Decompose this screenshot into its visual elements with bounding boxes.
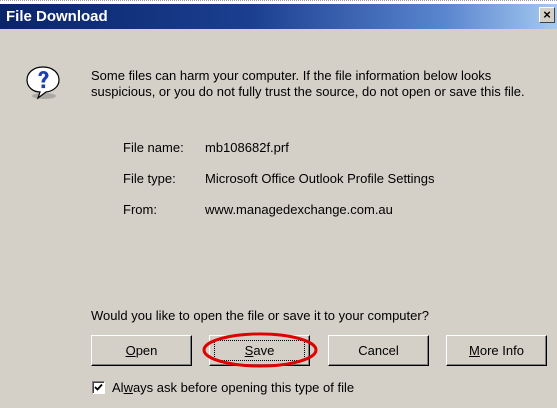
file-type-label: File type: [123, 171, 176, 186]
always-ask-label: Always ask before opening this type of f… [112, 380, 355, 395]
file-download-dialog: File Download × Some files can harm your… [0, 4, 557, 408]
close-icon: × [543, 7, 551, 22]
file-source-label: From: [123, 202, 157, 217]
question-icon [26, 66, 60, 100]
close-button[interactable]: × [539, 7, 555, 23]
cancel-button[interactable]: Cancel [328, 335, 429, 366]
warning-message: Some files can harm your computer. If th… [91, 68, 525, 99]
file-name-value: mb108682f.prf [205, 140, 289, 155]
open-button[interactable]: Open [91, 335, 192, 366]
download-prompt: Would you like to open the file or save … [91, 308, 429, 323]
title-bar[interactable]: File Download × [0, 4, 557, 29]
file-type-value: Microsoft Office Outlook Profile Setting… [205, 171, 435, 186]
window-title: File Download [6, 8, 108, 25]
file-source-value: www.managedexchange.com.au [205, 202, 393, 217]
file-name-label: File name: [123, 140, 184, 155]
dotted-border [0, 0, 557, 1]
more-info-button[interactable]: More Info [446, 335, 547, 366]
save-button[interactable]: Save [209, 335, 310, 366]
check-mark-icon [94, 383, 103, 391]
always-ask-checkbox[interactable] [92, 381, 105, 394]
